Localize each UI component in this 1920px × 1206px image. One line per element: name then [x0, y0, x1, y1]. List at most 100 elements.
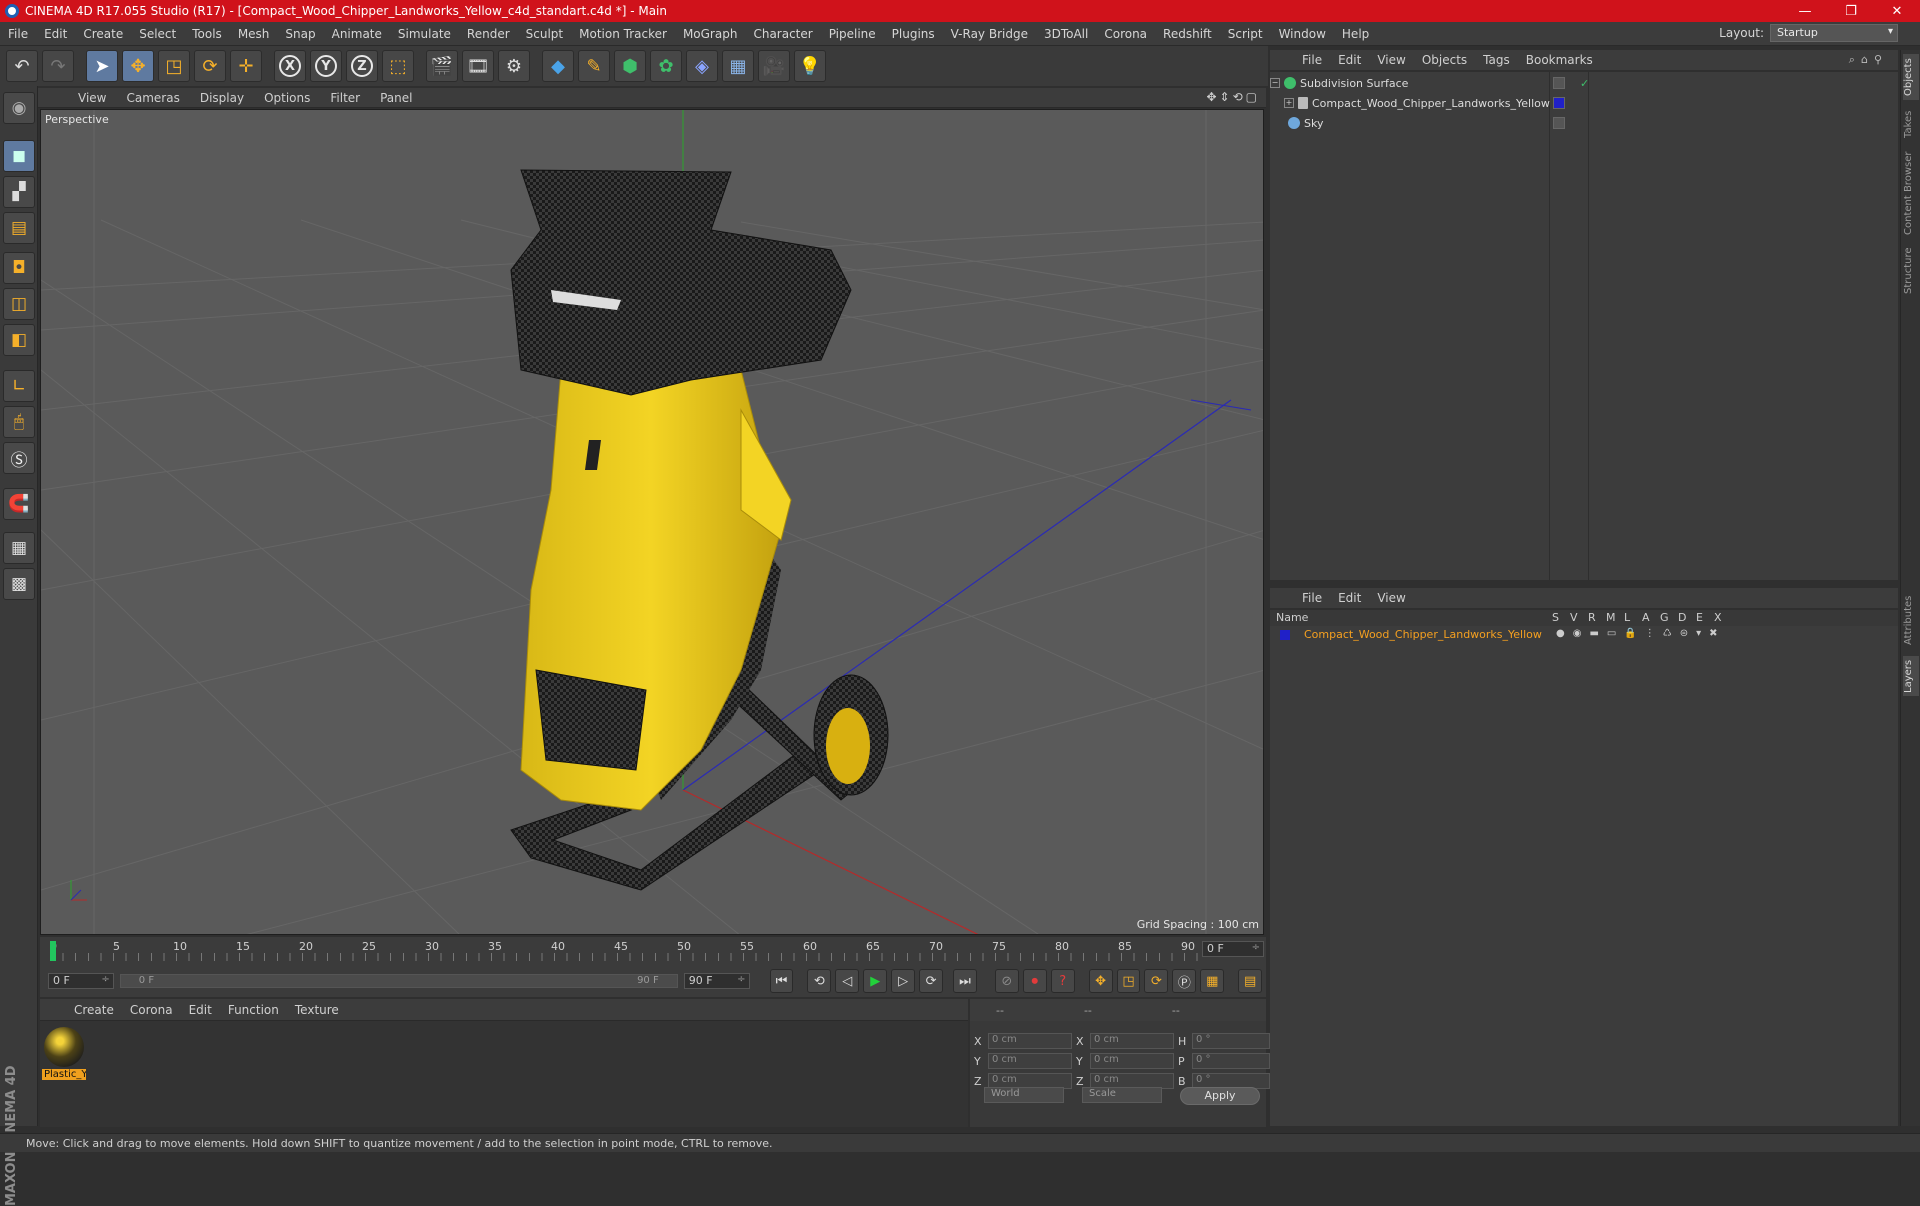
menu-mesh[interactable]: Mesh	[230, 27, 278, 41]
viewport-menu-options[interactable]: Options	[254, 91, 320, 105]
layer-menu-view[interactable]: View	[1369, 591, 1413, 605]
floor-scene-icon[interactable]: ▦	[722, 50, 754, 82]
grid-snap-icon[interactable]: ▩	[3, 568, 35, 600]
menu-animate[interactable]: Animate	[324, 27, 390, 41]
menu-script[interactable]: Script	[1220, 27, 1271, 41]
tab-content-browser[interactable]: Content Browser	[1903, 148, 1919, 238]
menu-render[interactable]: Render	[459, 27, 518, 41]
expand-toggle-icon[interactable]: +	[1284, 98, 1294, 108]
y-axis-lock-icon[interactable]: Y	[310, 50, 342, 82]
model-mode-icon[interactable]: ◼	[3, 140, 35, 172]
texture-mode-icon[interactable]: ▞	[3, 176, 35, 208]
render-picture-viewer-icon[interactable]: 🎞	[462, 50, 494, 82]
go-to-end-icon[interactable]: ⏭	[952, 969, 977, 993]
object-menu-edit[interactable]: Edit	[1330, 53, 1369, 67]
position-y-field[interactable]: 0 cm	[988, 1053, 1072, 1069]
menu-plugins[interactable]: Plugins	[884, 27, 943, 41]
menu-edit[interactable]: Edit	[36, 27, 75, 41]
size-mode-dropdown[interactable]: Scale	[1082, 1087, 1162, 1103]
timeline-window-icon[interactable]: ▤	[1238, 969, 1263, 993]
coordinate-system-icon[interactable]: ⬚	[382, 50, 414, 82]
menu-redshift[interactable]: Redshift	[1155, 27, 1220, 41]
preview-range-slider[interactable]: 0 F 90 F	[119, 974, 678, 988]
enabled-check-icon[interactable]: ✓	[1580, 77, 1589, 90]
object-manager-search-home-icons[interactable]: ⌕⌂⚲	[1849, 53, 1888, 67]
object-menu-bookmarks[interactable]: Bookmarks	[1518, 53, 1601, 67]
object-row-subdivision-surface[interactable]: − Subdivision Surface ✓	[1270, 74, 1898, 92]
menu-corona[interactable]: Corona	[1096, 27, 1155, 41]
tab-takes[interactable]: Takes	[1903, 106, 1919, 142]
go-to-start-icon[interactable]: ⏮	[769, 969, 794, 993]
material-menu-function[interactable]: Function	[220, 1003, 287, 1017]
menu-sculpt[interactable]: Sculpt	[518, 27, 571, 41]
move-tool-icon[interactable]: ✥	[122, 50, 154, 82]
material-menu-texture[interactable]: Texture	[287, 1003, 347, 1017]
key-rotation-icon[interactable]: ⟳	[1144, 969, 1169, 993]
material-menu-edit[interactable]: Edit	[181, 1003, 220, 1017]
light-icon[interactable]: 💡	[794, 50, 826, 82]
solo-mode-icon[interactable]: Ⓢ	[3, 442, 35, 474]
apply-button[interactable]: Apply	[1180, 1087, 1260, 1105]
object-menu-tags[interactable]: Tags	[1475, 53, 1518, 67]
menu-tools[interactable]: Tools	[184, 27, 230, 41]
key-scale-icon[interactable]: ◳	[1116, 969, 1141, 993]
menu-file[interactable]: File	[0, 27, 36, 41]
tweak-mode-icon[interactable]: 🖱	[3, 406, 35, 438]
layer-toggle-icons[interactable]: ●◉▬▭🔒⋮♺⊜▾✖	[1556, 628, 1726, 639]
snap-magnet-icon[interactable]: 🧲	[3, 488, 35, 520]
deformer-icon[interactable]: ◈	[686, 50, 718, 82]
end-frame-field[interactable]: 90 F	[683, 973, 750, 989]
x-axis-lock-icon[interactable]: X	[274, 50, 306, 82]
previous-frame-icon[interactable]: ◁	[835, 969, 860, 993]
position-x-field[interactable]: 0 cm	[988, 1033, 1072, 1049]
redo-icon[interactable]: ↷	[42, 50, 74, 82]
z-axis-lock-icon[interactable]: Z	[346, 50, 378, 82]
layer-flag[interactable]	[1553, 77, 1565, 89]
viewport-navigation-icons[interactable]: ✥⇕⟲▢	[1206, 90, 1260, 104]
pen-spline-icon[interactable]: ✎	[578, 50, 610, 82]
size-x-field[interactable]: 0 cm	[1090, 1033, 1174, 1049]
tab-attributes[interactable]: Attributes	[1903, 590, 1919, 650]
menu-motion-tracker[interactable]: Motion Tracker	[571, 27, 675, 41]
autokeying-icon[interactable]: ?	[1050, 969, 1075, 993]
edges-mode-icon[interactable]: ◫	[3, 288, 35, 320]
select-cursor-icon[interactable]: ➤	[86, 50, 118, 82]
playhead[interactable]	[50, 941, 56, 961]
layer-row[interactable]: Compact_Wood_Chipper_Landworks_Yellow ●◉…	[1270, 626, 1898, 644]
perspective-viewport[interactable]: Perspective Grid Spacing : 100 cm	[40, 109, 1264, 935]
rotation-p-field[interactable]: 0 °	[1192, 1053, 1270, 1069]
layer-color-swatch[interactable]	[1280, 630, 1290, 640]
render-view-icon[interactable]: 🎬	[426, 50, 458, 82]
menu-3dtoall[interactable]: 3DToAll	[1036, 27, 1096, 41]
object-row-sky[interactable]: Sky	[1270, 114, 1898, 132]
menu-select[interactable]: Select	[131, 27, 184, 41]
viewport-menu-filter[interactable]: Filter	[320, 91, 370, 105]
next-frame-icon[interactable]: ▷	[891, 969, 916, 993]
layer-color-swatch[interactable]	[1553, 97, 1565, 109]
material-menu-create[interactable]: Create	[66, 1003, 122, 1017]
material-menu-corona[interactable]: Corona	[122, 1003, 181, 1017]
undo-icon[interactable]: ↶	[6, 50, 38, 82]
keyframe-selection-icon[interactable]: ⊘	[994, 969, 1019, 993]
start-frame-field[interactable]: 0 F	[48, 973, 114, 989]
minimize-button[interactable]: —	[1782, 0, 1828, 22]
timeline-ruler[interactable]: 0 5 10 15 20 25 30 35 40 45 50 55 60 65 …	[40, 937, 1266, 965]
object-menu-objects[interactable]: Objects	[1414, 53, 1475, 67]
object-menu-view[interactable]: View	[1369, 53, 1413, 67]
menu-pipeline[interactable]: Pipeline	[821, 27, 884, 41]
rotation-h-field[interactable]: 0 °	[1192, 1033, 1270, 1049]
collapse-toggle-icon[interactable]: −	[1270, 78, 1280, 88]
next-key-icon[interactable]: ⟳	[919, 969, 943, 993]
menu-simulate[interactable]: Simulate	[390, 27, 459, 41]
rotate-tool-icon[interactable]: ⟳	[194, 50, 226, 82]
viewport-menu-display[interactable]: Display	[190, 91, 254, 105]
previous-key-icon[interactable]: ⟲	[807, 969, 832, 993]
transform-tool-icon[interactable]: ✛	[230, 50, 262, 82]
tab-structure[interactable]: Structure	[1903, 244, 1919, 298]
menu-vray-bridge[interactable]: V-Ray Bridge	[943, 27, 1036, 41]
subdivision-generator-icon[interactable]: ⬢	[614, 50, 646, 82]
size-y-field[interactable]: 0 cm	[1090, 1053, 1174, 1069]
viewport-menu-cameras[interactable]: Cameras	[116, 91, 189, 105]
workplane-mode-icon[interactable]: ▤	[3, 212, 35, 244]
record-active-objects-icon[interactable]: ⏺	[1022, 969, 1047, 993]
